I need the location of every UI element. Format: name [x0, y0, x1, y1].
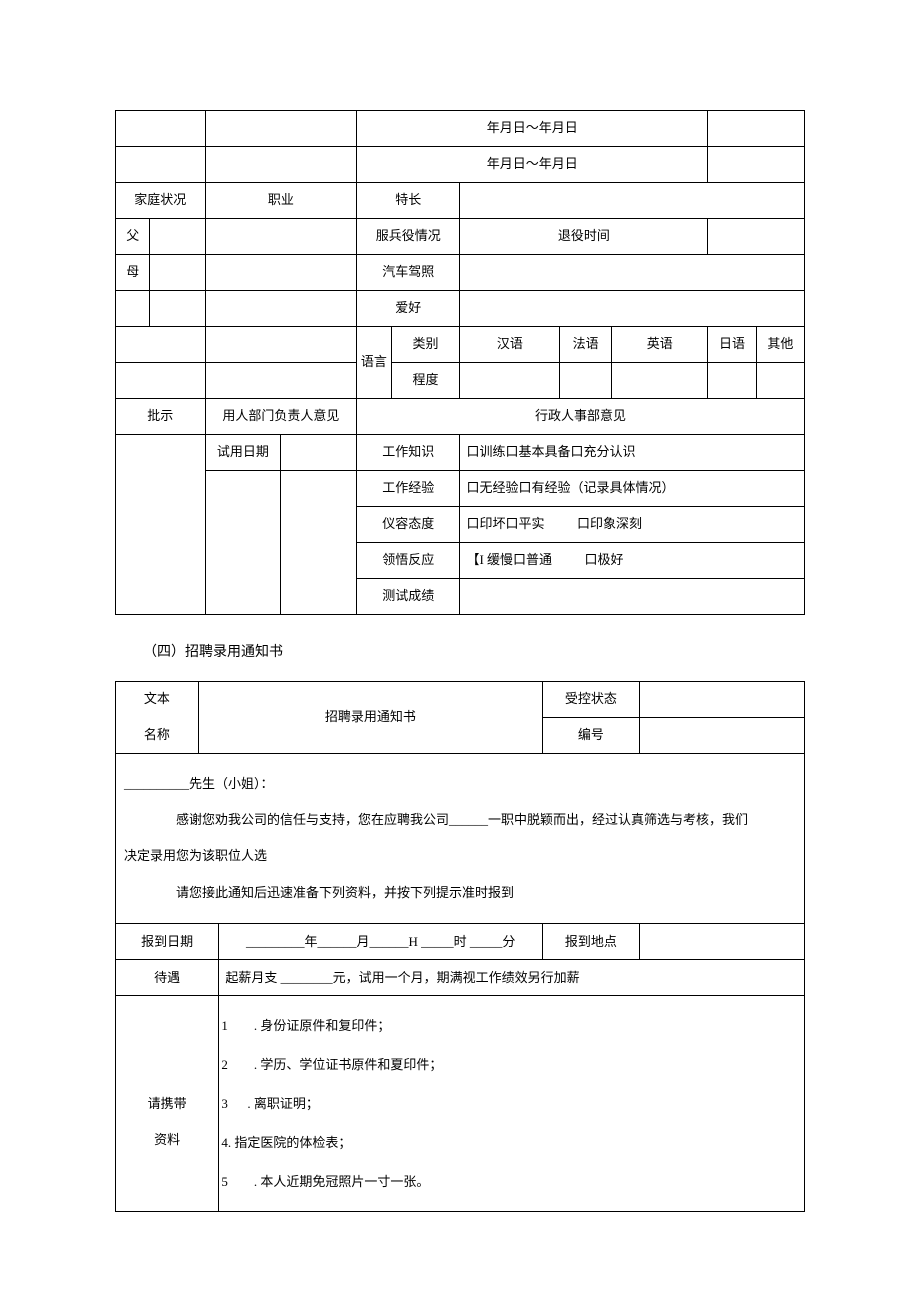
date-row-1: 年月日～年月日 — [116, 111, 805, 147]
military-label: 服兵役情况 — [357, 219, 460, 255]
body-line-2: 请您接此通知后迅速准备下列资料，并按下列提示准时报到 — [124, 875, 796, 911]
offer-letter-table: 文本 名称 招聘录用通知书 受控状态 编号 __________先生（小姐）： … — [115, 681, 805, 1213]
body-line-1b: 决定录用您为该职位人选 — [124, 838, 796, 874]
appearance-opts-left: 口印坏口平实 — [466, 516, 544, 531]
category-label: 类别 — [391, 327, 460, 363]
control-status-label: 受控状态 — [543, 681, 639, 717]
occupation-label: 职业 — [205, 183, 357, 219]
language-row: 语言 类别 汉语 法语 英语 日语 其他 — [116, 327, 805, 363]
trial-period-label: 试用日期 — [205, 435, 281, 471]
work-experience-label: 工作经验 — [357, 471, 460, 507]
doc-name-label: 文本 名称 — [116, 681, 199, 753]
japanese-label: 日语 — [708, 327, 756, 363]
hobby-label: 爱好 — [357, 291, 460, 327]
instruction-row: 批示 用人部门负责人意见 行政人事部意见 — [116, 399, 805, 435]
comprehension-opts: 【I 缓慢口普通 口极好 — [460, 543, 805, 579]
english-label: 英语 — [612, 327, 708, 363]
materials-row: 请携带 资料 1 . 身份证原件和复印件； 2 . 学历、学位证书原件和夏印件；… — [116, 996, 805, 1212]
degree-label: 程度 — [391, 363, 460, 399]
mother-row: 母 汽车驾照 — [116, 255, 805, 291]
family-header-row: 家庭状况 职业 特长 — [116, 183, 805, 219]
degree-row: 程度 — [116, 363, 805, 399]
father-label: 父 — [116, 219, 150, 255]
date-range-2: 年月日～年月日 — [357, 147, 708, 183]
doc-title: 招聘录用通知书 — [198, 681, 542, 753]
comprehension-opts-right: 口极好 — [585, 552, 624, 567]
report-date-label: 报到日期 — [116, 924, 219, 960]
material-3: 3 . 离职证明； — [221, 1096, 319, 1111]
treatment-row: 待遇 起薪月支 ________元，试用一个月，期满视工作绩效另行加薪 — [116, 960, 805, 996]
family-status-label: 家庭状况 — [116, 183, 206, 219]
material-4: 4. 指定医院的体检表； — [221, 1135, 351, 1150]
other-label: 其他 — [756, 327, 804, 363]
appearance-label: 仪容态度 — [357, 507, 460, 543]
license-label: 汽车驾照 — [357, 255, 460, 291]
french-label: 法语 — [560, 327, 612, 363]
work-experience-opts: 口无经验口有经验（记录具体情况） — [460, 471, 805, 507]
mother-label: 母 — [116, 255, 150, 291]
greeting: __________先生（小姐）： — [124, 766, 796, 802]
test-score-label: 测试成绩 — [357, 579, 460, 615]
chinese-label: 汉语 — [460, 327, 560, 363]
hobby-row: 爱好 — [116, 291, 805, 327]
date-row-2: 年月日～年月日 — [116, 147, 805, 183]
treatment-label: 待遇 — [116, 960, 219, 996]
letter-body: __________先生（小姐）： 感谢您劝我公司的信任与支持，您在应聘我公司_… — [116, 753, 805, 924]
applicant-info-table: 年月日～年月日 年月日～年月日 家庭状况 职业 特长 父 服兵役情况 退役时间 … — [115, 110, 805, 615]
language-label: 语言 — [357, 327, 391, 399]
work-knowledge-opts: 口训练口基本具备口充分认识 — [460, 435, 805, 471]
father-row: 父 服兵役情况 退役时间 — [116, 219, 805, 255]
materials-label: 请携带 资料 — [116, 996, 219, 1212]
material-2: 2 . 学历、学位证书原件和夏印件； — [221, 1057, 442, 1072]
comprehension-label: 领悟反应 — [357, 543, 460, 579]
letter-body-row: __________先生（小姐）： 感谢您劝我公司的信任与支持，您在应聘我公司_… — [116, 753, 805, 924]
work-knowledge-label: 工作知识 — [357, 435, 460, 471]
retire-time-label: 退役时间 — [460, 219, 708, 255]
dept-opinion-label: 用人部门负责人意见 — [205, 399, 357, 435]
report-date-row: 报到日期 _________年______月______H _____时 ___… — [116, 924, 805, 960]
doc-number-label: 编号 — [543, 717, 639, 753]
instruction-label: 批示 — [116, 399, 206, 435]
material-5: 5 . 本人近期免冠照片一寸一张。 — [221, 1174, 429, 1189]
report-location-label: 报到地点 — [543, 924, 639, 960]
body-line-1: 感谢您劝我公司的信任与支持，您在应聘我公司______一职中脱颖而出，经过认真筛… — [124, 802, 796, 838]
treatment-value: 起薪月支 ________元，试用一个月，期满视工作绩效另行加薪 — [219, 960, 805, 996]
appearance-opts: 口印坏口平实 口印象深刻 — [460, 507, 805, 543]
date-range-1: 年月日～年月日 — [357, 111, 708, 147]
materials-list: 1 . 身份证原件和复印件； 2 . 学历、学位证书原件和夏印件； 3 . 离职… — [219, 996, 805, 1212]
doc-header-row-1: 文本 名称 招聘录用通知书 受控状态 — [116, 681, 805, 717]
comprehension-opts-left: 【I 缓慢口普通 — [466, 552, 552, 567]
experience-row: 工作经验 口无经验口有经验（记录具体情况） — [116, 471, 805, 507]
section-4-heading: （四）招聘录用通知书 — [115, 643, 805, 663]
appearance-opts-right: 口印象深刻 — [577, 516, 642, 531]
specialty-label: 特长 — [357, 183, 460, 219]
trial-row: 试用日期 工作知识 口训练口基本具备口充分认识 — [116, 435, 805, 471]
hr-opinion-label: 行政人事部意见 — [357, 399, 805, 435]
material-1: 1 . 身份证原件和复印件； — [221, 1018, 390, 1033]
report-date-value: _________年______月______H _____时 _____分 — [219, 924, 543, 960]
